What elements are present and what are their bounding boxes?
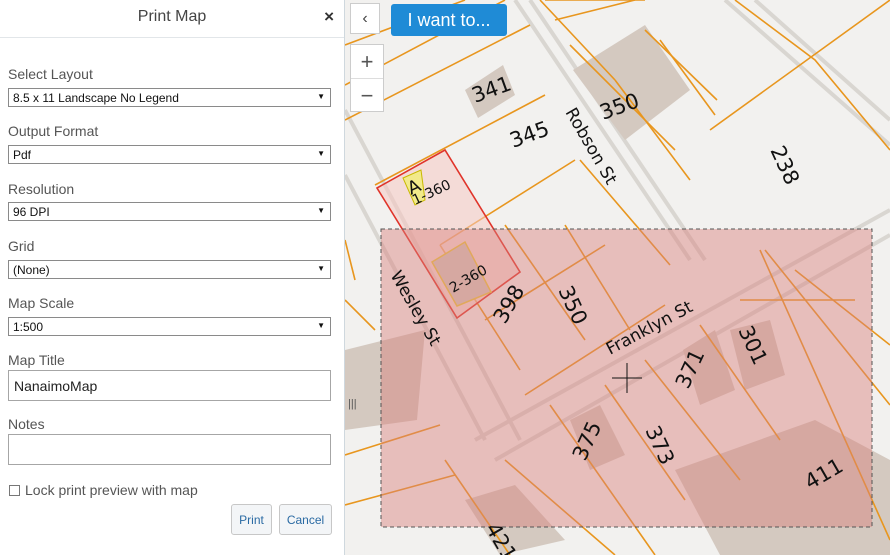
- resolution-select[interactable]: 96 DPI ▼: [8, 202, 331, 221]
- zoom-control: + −: [350, 44, 384, 112]
- format-select[interactable]: Pdf ▼: [8, 145, 331, 164]
- grid-value: (None): [13, 263, 50, 277]
- cancel-button[interactable]: Cancel: [279, 504, 332, 535]
- map-canvas[interactable]: 341 345 350 238 350 398 371 301 373 375 …: [345, 0, 890, 555]
- parcel-label: 345: [507, 116, 553, 152]
- i-want-to-button[interactable]: I want to...: [391, 4, 507, 36]
- lock-preview-checkbox[interactable]: [9, 485, 20, 496]
- map-view[interactable]: 341 345 350 238 350 398 371 301 373 375 …: [345, 0, 890, 555]
- scale-label: Map Scale: [8, 295, 75, 311]
- panel-title: Print Map: [137, 8, 207, 25]
- layout-select[interactable]: 8.5 x 11 Landscape No Legend ▼: [8, 88, 331, 107]
- chevron-down-icon: ▼: [317, 149, 325, 158]
- zoom-out-button[interactable]: −: [351, 79, 383, 112]
- resolution-label: Resolution: [8, 181, 75, 197]
- print-button[interactable]: Print: [231, 504, 272, 535]
- resolution-value: 96 DPI: [13, 205, 50, 219]
- back-button[interactable]: ‹: [350, 3, 380, 34]
- grid-select[interactable]: (None) ▼: [8, 260, 331, 279]
- notes-label: Notes: [8, 416, 45, 432]
- layout-label: Select Layout: [8, 66, 93, 82]
- scale-value: 1:500: [13, 320, 44, 334]
- map-title-input[interactable]: [8, 370, 331, 401]
- parcel-label: 238: [765, 142, 804, 188]
- parcel-label: 341: [469, 71, 515, 107]
- chevron-down-icon: ▼: [317, 321, 325, 330]
- scale-select[interactable]: 1:500 ▼: [8, 317, 331, 336]
- notes-input[interactable]: [8, 434, 331, 465]
- grid-label: Grid: [8, 238, 35, 254]
- zoom-in-button[interactable]: +: [351, 45, 383, 78]
- map-title-label: Map Title: [8, 352, 65, 368]
- format-value: Pdf: [13, 148, 32, 162]
- drag-handle-icon[interactable]: |||: [348, 398, 357, 410]
- layout-value: 8.5 x 11 Landscape No Legend: [13, 91, 179, 105]
- chevron-down-icon: ▼: [317, 92, 325, 101]
- panel-header: Print Map ×: [0, 0, 344, 38]
- format-label: Output Format: [8, 123, 99, 139]
- close-icon[interactable]: ×: [324, 7, 334, 27]
- chevron-down-icon: ▼: [317, 264, 325, 273]
- print-map-panel: Print Map × Select Layout 8.5 x 11 Lands…: [0, 0, 345, 555]
- lock-preview-label: Lock print preview with map: [25, 482, 198, 498]
- chevron-down-icon: ▼: [317, 206, 325, 215]
